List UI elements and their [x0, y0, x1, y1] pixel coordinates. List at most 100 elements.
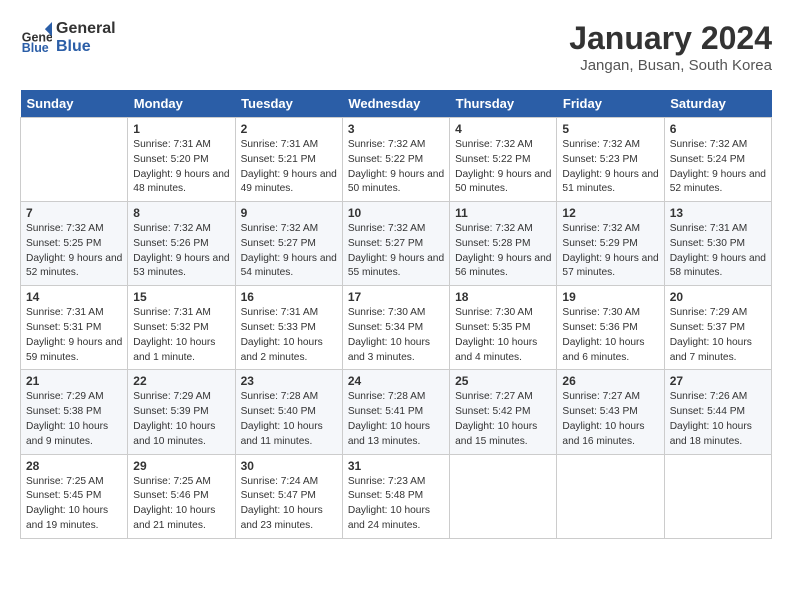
day-number: 25: [455, 374, 551, 388]
day-info: Sunrise: 7:28 AMSunset: 5:41 PMDaylight:…: [348, 390, 444, 449]
location: Jangan, Busan, South Korea: [569, 57, 772, 74]
calendar-cell: 13 Sunrise: 7:31 AMSunset: 5:30 PMDayligh…: [664, 202, 771, 286]
column-header-thursday: Thursday: [450, 90, 557, 118]
day-number: 7: [26, 206, 122, 220]
day-number: 12: [562, 206, 658, 220]
day-number: 2: [241, 122, 337, 136]
calendar-cell: [664, 454, 771, 538]
svg-text:Blue: Blue: [22, 41, 49, 54]
day-number: 16: [241, 290, 337, 304]
calendar-body: 1 Sunrise: 7:31 AMSunset: 5:20 PMDaylight…: [21, 118, 772, 539]
calendar-cell: 26 Sunrise: 7:27 AMSunset: 5:43 PMDayligh…: [557, 370, 664, 454]
day-number: 19: [562, 290, 658, 304]
day-number: 3: [348, 122, 444, 136]
calendar-cell: 4Sunrise: 7:32 AMSunset: 5:22 PMDaylight…: [450, 118, 557, 202]
week-row-3: 21 Sunrise: 7:29 AMSunset: 5:38 PMDayligh…: [21, 370, 772, 454]
day-number: 8: [133, 206, 229, 220]
day-number: 20: [670, 290, 766, 304]
day-info: Sunrise: 7:27 AMSunset: 5:43 PMDaylight:…: [562, 390, 658, 449]
calendar-cell: 3 Sunrise: 7:32 AMSunset: 5:22 PMDaylight…: [342, 118, 449, 202]
day-number: 28: [26, 459, 122, 473]
day-number: 24: [348, 374, 444, 388]
day-info: Sunrise: 7:32 AMSunset: 5:22 PMDaylight:…: [348, 138, 444, 197]
day-info: Sunrise: 7:30 AMSunset: 5:34 PMDaylight:…: [348, 306, 444, 365]
calendar-cell: 9 Sunrise: 7:32 AMSunset: 5:27 PMDaylight…: [235, 202, 342, 286]
day-info: Sunrise: 7:31 AMSunset: 5:20 PMDaylight:…: [133, 138, 229, 197]
day-number: 18: [455, 290, 551, 304]
week-row-4: 28Sunrise: 7:25 AMSunset: 5:45 PMDayligh…: [21, 454, 772, 538]
column-header-wednesday: Wednesday: [342, 90, 449, 118]
week-row-2: 14Sunrise: 7:31 AMSunset: 5:31 PMDayligh…: [21, 286, 772, 370]
calendar-cell: 2 Sunrise: 7:31 AMSunset: 5:21 PMDaylight…: [235, 118, 342, 202]
day-info: Sunrise: 7:26 AMSunset: 5:44 PMDaylight:…: [670, 390, 766, 449]
calendar-cell: 19 Sunrise: 7:30 AMSunset: 5:36 PMDayligh…: [557, 286, 664, 370]
calendar-table: SundayMondayTuesdayWednesdayThursdayFrid…: [20, 90, 772, 539]
day-number: 11: [455, 206, 551, 220]
calendar-cell: 25 Sunrise: 7:27 AMSunset: 5:42 PMDayligh…: [450, 370, 557, 454]
calendar-cell: 31 Sunrise: 7:23 AMSunset: 5:48 PMDayligh…: [342, 454, 449, 538]
day-info: Sunrise: 7:32 AMSunset: 5:25 PMDaylight:…: [26, 222, 122, 281]
day-info: Sunrise: 7:32 AMSunset: 5:24 PMDaylight:…: [670, 138, 766, 197]
day-info: Sunrise: 7:32 AMSunset: 5:22 PMDaylight:…: [455, 138, 551, 197]
calendar-cell: 11 Sunrise: 7:32 AMSunset: 5:28 PMDayligh…: [450, 202, 557, 286]
calendar-cell: [557, 454, 664, 538]
day-info: Sunrise: 7:30 AMSunset: 5:36 PMDaylight:…: [562, 306, 658, 365]
day-number: 22: [133, 374, 229, 388]
day-info: Sunrise: 7:32 AMSunset: 5:26 PMDaylight:…: [133, 222, 229, 281]
calendar-cell: 17Sunrise: 7:30 AMSunset: 5:34 PMDayligh…: [342, 286, 449, 370]
calendar-cell: 14Sunrise: 7:31 AMSunset: 5:31 PMDayligh…: [21, 286, 128, 370]
calendar-cell: 18 Sunrise: 7:30 AMSunset: 5:35 PMDayligh…: [450, 286, 557, 370]
day-number: 26: [562, 374, 658, 388]
week-row-1: 7 Sunrise: 7:32 AMSunset: 5:25 PMDaylight…: [21, 202, 772, 286]
calendar-cell: 7 Sunrise: 7:32 AMSunset: 5:25 PMDaylight…: [21, 202, 128, 286]
day-number: 10: [348, 206, 444, 220]
day-number: 9: [241, 206, 337, 220]
day-info: Sunrise: 7:32 AMSunset: 5:29 PMDaylight:…: [562, 222, 658, 281]
day-number: 21: [26, 374, 122, 388]
day-info: Sunrise: 7:31 AMSunset: 5:30 PMDaylight:…: [670, 222, 766, 281]
day-number: 1: [133, 122, 229, 136]
title-block: January 2024 Jangan, Busan, South Korea: [569, 20, 772, 74]
calendar-cell: 27 Sunrise: 7:26 AMSunset: 5:44 PMDayligh…: [664, 370, 771, 454]
day-info: Sunrise: 7:29 AMSunset: 5:39 PMDaylight:…: [133, 390, 229, 449]
calendar-cell: 5 Sunrise: 7:32 AMSunset: 5:23 PMDaylight…: [557, 118, 664, 202]
day-info: Sunrise: 7:23 AMSunset: 5:48 PMDaylight:…: [348, 475, 444, 534]
calendar-cell: 24 Sunrise: 7:28 AMSunset: 5:41 PMDayligh…: [342, 370, 449, 454]
day-number: 27: [670, 374, 766, 388]
day-number: 30: [241, 459, 337, 473]
calendar-cell: 28Sunrise: 7:25 AMSunset: 5:45 PMDayligh…: [21, 454, 128, 538]
calendar-cell: [21, 118, 128, 202]
day-info: Sunrise: 7:31 AMSunset: 5:21 PMDaylight:…: [241, 138, 337, 197]
day-info: Sunrise: 7:27 AMSunset: 5:42 PMDaylight:…: [455, 390, 551, 449]
calendar-cell: 29 Sunrise: 7:25 AMSunset: 5:46 PMDayligh…: [128, 454, 235, 538]
day-info: Sunrise: 7:32 AMSunset: 5:23 PMDaylight:…: [562, 138, 658, 197]
day-info: Sunrise: 7:25 AMSunset: 5:46 PMDaylight:…: [133, 475, 229, 534]
day-info: Sunrise: 7:32 AMSunset: 5:28 PMDaylight:…: [455, 222, 551, 281]
calendar-cell: 21 Sunrise: 7:29 AMSunset: 5:38 PMDayligh…: [21, 370, 128, 454]
day-header-row: SundayMondayTuesdayWednesdayThursdayFrid…: [21, 90, 772, 118]
day-info: Sunrise: 7:32 AMSunset: 5:27 PMDaylight:…: [241, 222, 337, 281]
day-info: Sunrise: 7:29 AMSunset: 5:38 PMDaylight:…: [26, 390, 122, 449]
column-header-tuesday: Tuesday: [235, 90, 342, 118]
day-info: Sunrise: 7:28 AMSunset: 5:40 PMDaylight:…: [241, 390, 337, 449]
column-header-monday: Monday: [128, 90, 235, 118]
calendar-cell: 22 Sunrise: 7:29 AMSunset: 5:39 PMDayligh…: [128, 370, 235, 454]
logo: General Blue General Blue: [20, 20, 116, 55]
day-number: 29: [133, 459, 229, 473]
column-header-saturday: Saturday: [664, 90, 771, 118]
day-info: Sunrise: 7:31 AMSunset: 5:32 PMDaylight:…: [133, 306, 229, 365]
day-number: 5: [562, 122, 658, 136]
day-info: Sunrise: 7:30 AMSunset: 5:35 PMDaylight:…: [455, 306, 551, 365]
day-info: Sunrise: 7:29 AMSunset: 5:37 PMDaylight:…: [670, 306, 766, 365]
day-info: Sunrise: 7:32 AMSunset: 5:27 PMDaylight:…: [348, 222, 444, 281]
month-year: January 2024: [569, 20, 772, 57]
calendar-cell: 12 Sunrise: 7:32 AMSunset: 5:29 PMDayligh…: [557, 202, 664, 286]
day-number: 31: [348, 459, 444, 473]
day-number: 6: [670, 122, 766, 136]
day-number: 14: [26, 290, 122, 304]
logo-icon: General Blue: [20, 22, 52, 54]
day-number: 13: [670, 206, 766, 220]
calendar-cell: 15Sunrise: 7:31 AMSunset: 5:32 PMDayligh…: [128, 286, 235, 370]
column-header-sunday: Sunday: [21, 90, 128, 118]
page-header: General Blue General Blue January 2024 J…: [20, 20, 772, 74]
